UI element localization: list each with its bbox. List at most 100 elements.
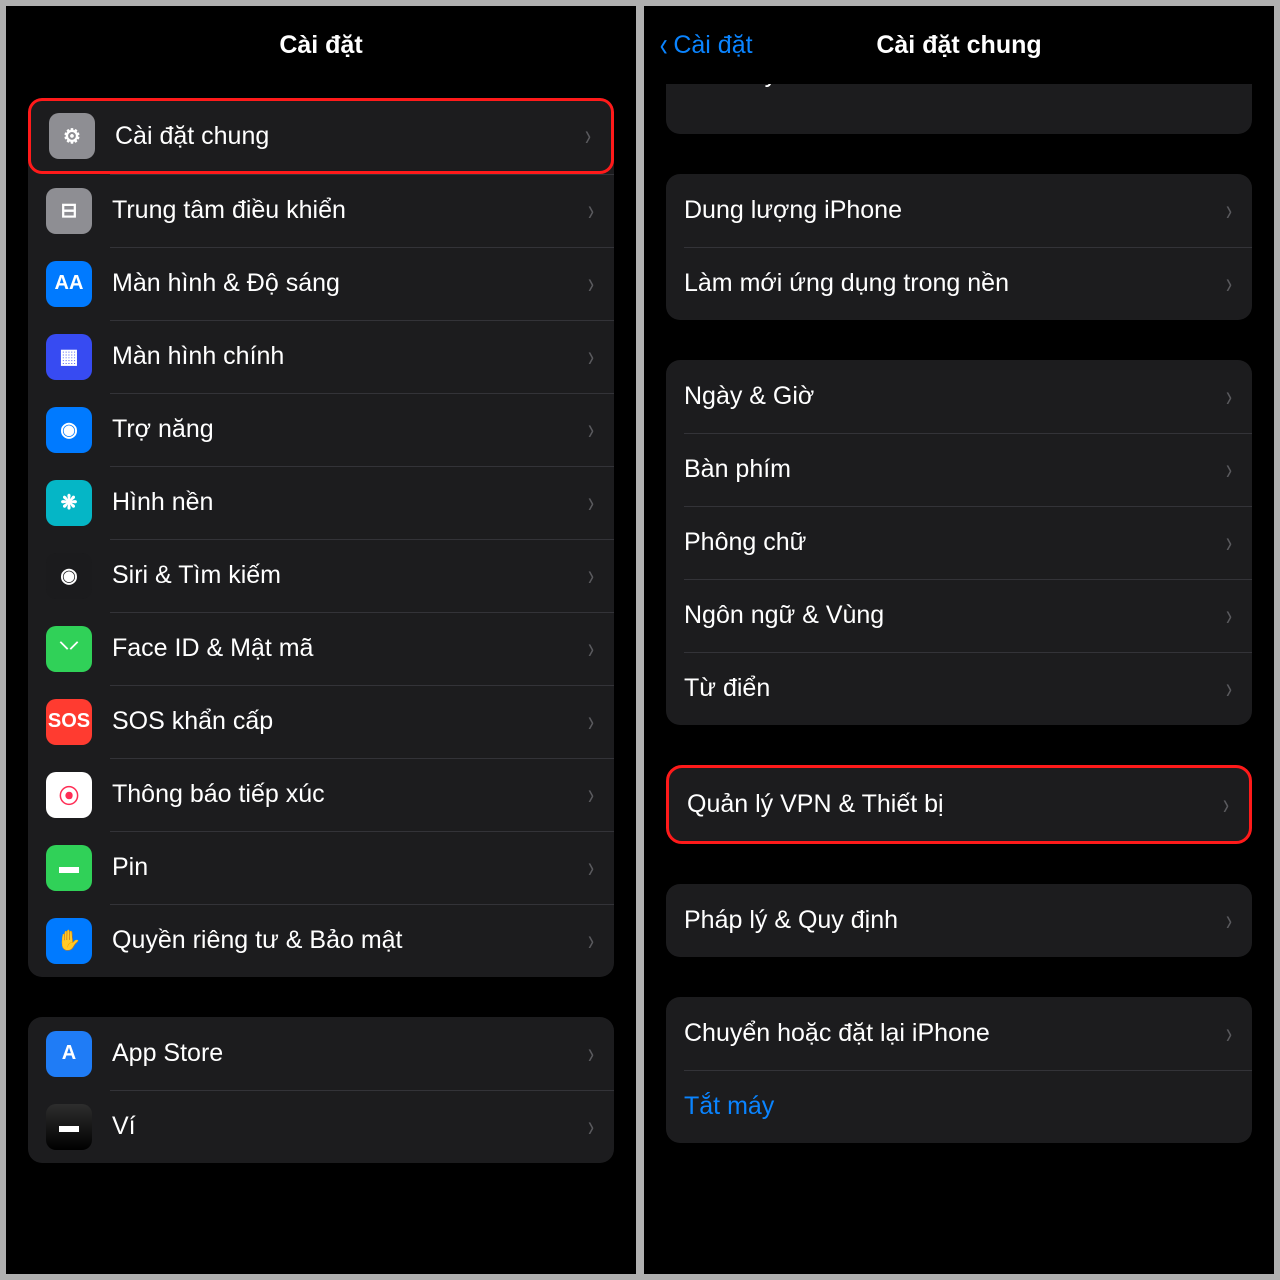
settings-row[interactable]: Ngôn ngữ & Vùng› — [666, 579, 1252, 652]
settings-row[interactable]: ◉ Siri & Tìm kiếm› — [28, 539, 614, 612]
settings-row[interactable]: Quản lý VPN & Thiết bị› — [669, 768, 1249, 841]
chevron-right-icon: › — [588, 194, 594, 228]
row-partial[interactable]: Cam tay › — [666, 84, 1252, 134]
settings-row[interactable]: SOS SOS khẩn cấp› — [28, 685, 614, 758]
exposure-icon: ⦿ — [46, 772, 92, 818]
settings-row[interactable]: Từ điển› — [666, 652, 1252, 725]
general-group-legal: Pháp lý & Quy định› — [666, 884, 1252, 957]
settings-row[interactable]: ❋ Hình nền› — [28, 466, 614, 539]
chevron-right-icon: › — [588, 778, 594, 812]
chevron-right-icon: › — [1226, 194, 1232, 228]
battery-icon: ▬ — [46, 845, 92, 891]
chevron-right-icon: › — [588, 632, 594, 666]
row-label: Siri & Tìm kiếm — [112, 561, 586, 590]
chevron-right-icon: › — [1226, 672, 1232, 706]
row-label: Cài đặt chung — [115, 122, 583, 151]
row-label: Dung lượng iPhone — [684, 196, 1224, 225]
chevron-right-icon: › — [1226, 904, 1232, 938]
chevron-right-icon: › — [588, 705, 594, 739]
settings-row[interactable]: Dung lượng iPhone› — [666, 174, 1252, 247]
grid-icon: ▦ — [46, 334, 92, 380]
chevron-right-icon: › — [1226, 526, 1232, 560]
general-content[interactable]: Cam tay › Dung lượng iPhone›Làm mới ứng … — [644, 84, 1274, 1274]
navbar-right: ‹ Cài đặt Cài đặt chung — [644, 6, 1274, 84]
chevron-right-icon: › — [588, 486, 594, 520]
gear-icon: ⚙︎ — [49, 113, 95, 159]
settings-row[interactable]: ▦ Màn hình chính› — [28, 320, 614, 393]
general-group-locale: Ngày & Giờ›Bàn phím›Phông chữ›Ngôn ngữ &… — [666, 360, 1252, 725]
row-label: Pháp lý & Quy định — [684, 906, 1224, 935]
chevron-right-icon: › — [588, 924, 594, 958]
chevron-right-icon: › — [588, 559, 594, 593]
row-label: Quyền riêng tư & Bảo mật — [112, 926, 586, 955]
row-label: Trung tâm điều khiển — [112, 196, 586, 225]
row-label: Chuyển hoặc đặt lại iPhone — [684, 1019, 1224, 1048]
settings-row[interactable]: ⦿ Thông báo tiếp xúc› — [28, 758, 614, 831]
general-group-reset: Chuyển hoặc đặt lại iPhone› Tắt máy — [666, 997, 1252, 1143]
settings-row[interactable]: ⸌⸍Face ID & Mật mã› — [28, 612, 614, 685]
settings-row[interactable]: Phông chữ› — [666, 506, 1252, 579]
flower-icon: ❋ — [46, 480, 92, 526]
switches-icon: ⊟ — [46, 188, 92, 234]
row-label: Làm mới ứng dụng trong nền — [684, 269, 1224, 298]
chevron-right-icon: › — [1226, 453, 1232, 487]
settings-row[interactable]: Tắt máy — [666, 1070, 1252, 1143]
chevron-right-icon: › — [588, 267, 594, 301]
settings-row[interactable]: ⊟ Trung tâm điều khiển› — [28, 174, 614, 247]
row-label: Face ID & Mật mã — [112, 634, 586, 663]
back-button[interactable]: ‹ Cài đặt — [658, 28, 753, 62]
settings-content[interactable]: ⚙︎Cài đặt chung›⊟Trung tâm điều khiển›AA… — [6, 84, 636, 1274]
appstore-icon: A — [46, 1031, 92, 1077]
hand-icon: ✋ — [46, 918, 92, 964]
settings-row[interactable]: ⚙︎ Cài đặt chung› — [28, 98, 614, 174]
chevron-right-icon: › — [1226, 380, 1232, 414]
wallet-icon: ▬ — [46, 1104, 92, 1150]
row-label: Pin — [112, 853, 586, 882]
navbar-left: Cài đặt — [6, 6, 636, 84]
settings-row[interactable]: A App Store› — [28, 1017, 614, 1090]
row-label: Ví — [112, 1112, 586, 1141]
row-label: Quản lý VPN & Thiết bị — [687, 790, 1221, 819]
chevron-right-icon: › — [588, 413, 594, 447]
settings-row[interactable]: Pháp lý & Quy định› — [666, 884, 1252, 957]
settings-row[interactable]: ▬ Pin› — [28, 831, 614, 904]
back-label: Cài đặt — [673, 31, 752, 60]
settings-row[interactable]: ▬ Ví› — [28, 1090, 614, 1163]
row-label: Hình nền — [112, 488, 586, 517]
AA-icon: AA — [46, 261, 92, 307]
settings-group-main: ⚙︎Cài đặt chung›⊟Trung tâm điều khiển›AA… — [28, 98, 614, 977]
chevron-right-icon: › — [588, 340, 594, 374]
settings-screen: Cài đặt ⚙︎Cài đặt chung›⊟Trung tâm điều … — [6, 6, 636, 1274]
general-screen: ‹ Cài đặt Cài đặt chung Cam tay › Dung l… — [644, 6, 1274, 1274]
general-group-vpn: Quản lý VPN & Thiết bị› — [666, 765, 1252, 844]
settings-row[interactable]: Ngày & Giờ› — [666, 360, 1252, 433]
row-label: Ngôn ngữ & Vùng — [684, 601, 1224, 630]
row-label: Ngày & Giờ — [684, 382, 1224, 411]
settings-row[interactable]: Làm mới ứng dụng trong nền› — [666, 247, 1252, 320]
SOS-icon: SOS — [46, 699, 92, 745]
settings-group-store: AApp Store›▬Ví› — [28, 1017, 614, 1163]
settings-row[interactable]: ✋ Quyền riêng tư & Bảo mật› — [28, 904, 614, 977]
siri-icon: ◉ — [46, 553, 92, 599]
row-label: Tắt máy — [684, 1092, 1234, 1121]
row-label: SOS khẩn cấp — [112, 707, 586, 736]
chevron-right-icon: › — [1226, 267, 1232, 301]
settings-row[interactable]: Chuyển hoặc đặt lại iPhone› — [666, 997, 1252, 1070]
settings-row[interactable]: ◉Trợ năng› — [28, 393, 614, 466]
settings-row[interactable]: Bàn phím› — [666, 433, 1252, 506]
chevron-right-icon: › — [588, 1037, 594, 1071]
row-label: Màn hình chính — [112, 342, 586, 371]
page-title: Cài đặt chung — [876, 31, 1041, 60]
chevron-right-icon: › — [1226, 84, 1232, 92]
chevron-right-icon: › — [588, 1110, 594, 1144]
chevron-right-icon: › — [585, 119, 591, 153]
general-group-storage: Dung lượng iPhone›Làm mới ứng dụng trong… — [666, 174, 1252, 320]
page-title: Cài đặt — [279, 31, 362, 60]
row-label: Thông báo tiếp xúc — [112, 780, 586, 809]
settings-row[interactable]: AA Màn hình & Độ sáng› — [28, 247, 614, 320]
row-label: Từ điển — [684, 674, 1224, 703]
row-label: App Store — [112, 1039, 586, 1068]
chevron-right-icon: › — [588, 851, 594, 885]
row-label: Màn hình & Độ sáng — [112, 269, 586, 298]
partial-group: Cam tay › — [666, 84, 1252, 134]
